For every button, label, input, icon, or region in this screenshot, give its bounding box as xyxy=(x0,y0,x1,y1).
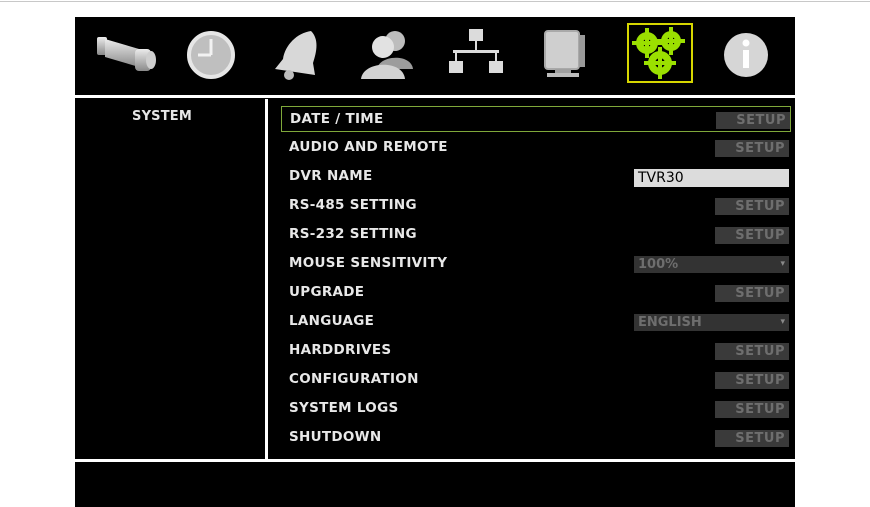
audio-remote-setup-button[interactable]: SETUP xyxy=(715,140,789,157)
row-label: UPGRADE xyxy=(289,284,365,300)
chevron-down-icon: ▾ xyxy=(780,259,785,269)
row-label: RS-232 SETTING xyxy=(289,226,417,242)
menu-row-language: LANGUAGE ENGLISH ▾ xyxy=(281,309,791,335)
shutdown-setup-button[interactable]: SETUP xyxy=(715,430,789,447)
network-icon[interactable] xyxy=(443,23,509,83)
language-select[interactable]: ENGLISH ▾ xyxy=(634,314,789,331)
chevron-down-icon: ▾ xyxy=(780,317,785,327)
menu-top-divider xyxy=(75,95,795,98)
camera-icon[interactable] xyxy=(95,23,161,83)
menu-row-date-time[interactable]: DATE / TIME SETUP xyxy=(281,106,791,132)
menu-row-upgrade[interactable]: UPGRADE SETUP xyxy=(281,280,791,306)
harddrives-setup-button[interactable]: SETUP xyxy=(715,343,789,360)
date-time-setup-button[interactable]: SETUP xyxy=(716,112,790,129)
icon-toolbar xyxy=(75,17,795,95)
select-value: 100% xyxy=(638,257,679,272)
row-label: HARDDRIVES xyxy=(289,342,392,358)
sidebar-title: SYSTEM xyxy=(132,109,193,124)
configuration-setup-button[interactable]: SETUP xyxy=(715,372,789,389)
clock-icon[interactable] xyxy=(178,23,244,83)
menu-row-rs485[interactable]: RS-485 SETTING SETUP xyxy=(281,193,791,219)
mouse-sensitivity-select[interactable]: 100% ▾ xyxy=(634,256,789,273)
menu-row-audio-remote[interactable]: AUDIO AND REMOTE SETUP xyxy=(281,135,791,161)
row-label: AUDIO AND REMOTE xyxy=(289,139,448,155)
top-rule xyxy=(0,1,870,2)
menu-row-harddrives[interactable]: HARDDRIVES SETUP xyxy=(281,338,791,364)
system-gears-icon[interactable] xyxy=(627,23,693,83)
upgrade-setup-button[interactable]: SETUP xyxy=(715,285,789,302)
menu-bottom-divider xyxy=(75,459,795,462)
alarm-bell-icon[interactable] xyxy=(267,23,333,83)
system-logs-setup-button[interactable]: SETUP xyxy=(715,401,789,418)
row-label: SYSTEM LOGS xyxy=(289,400,399,416)
menu-row-mouse-sensitivity: MOUSE SENSITIVITY 100% ▾ xyxy=(281,251,791,277)
display-monitor-icon[interactable] xyxy=(531,23,597,83)
row-label: LANGUAGE xyxy=(289,313,375,329)
row-label: DATE / TIME xyxy=(290,111,384,127)
row-label: CONFIGURATION xyxy=(289,371,419,387)
users-icon[interactable] xyxy=(355,23,421,83)
select-value: ENGLISH xyxy=(638,315,702,330)
dvr-screen: SYSTEM DATE / TIME SETUP AUDIO AND REMOT… xyxy=(75,17,795,507)
menu-row-configuration[interactable]: CONFIGURATION SETUP xyxy=(281,367,791,393)
row-label: RS-485 SETTING xyxy=(289,197,417,213)
info-icon[interactable] xyxy=(713,23,779,83)
rs485-setup-button[interactable]: SETUP xyxy=(715,198,789,215)
row-label: DVR NAME xyxy=(289,168,373,184)
menu-row-shutdown[interactable]: SHUTDOWN SETUP xyxy=(281,425,791,451)
row-label: SHUTDOWN xyxy=(289,429,382,445)
row-label: MOUSE SENSITIVITY xyxy=(289,255,448,271)
menu-row-dvr-name: DVR NAME TVR30 xyxy=(281,164,791,190)
menu-row-rs232[interactable]: RS-232 SETTING SETUP xyxy=(281,222,791,248)
menu-vertical-divider xyxy=(265,99,268,459)
dvr-name-input[interactable]: TVR30 xyxy=(634,169,789,187)
menu-row-system-logs[interactable]: SYSTEM LOGS SETUP xyxy=(281,396,791,422)
rs232-setup-button[interactable]: SETUP xyxy=(715,227,789,244)
